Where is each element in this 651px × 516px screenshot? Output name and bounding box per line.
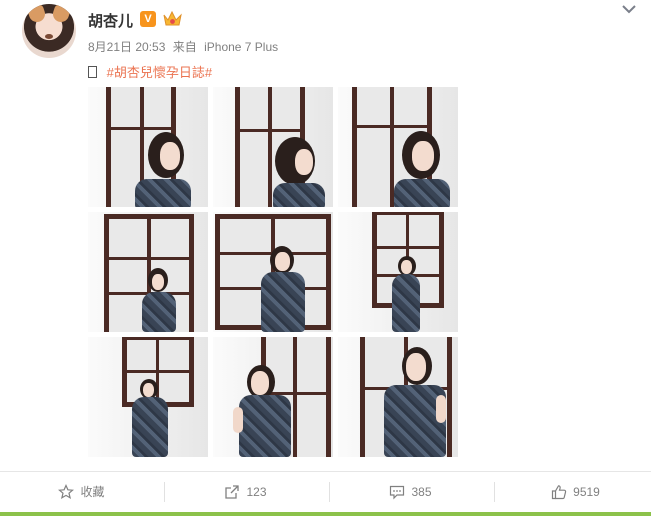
username[interactable]: 胡杏儿 [88, 10, 133, 31]
repost-count: 123 [246, 485, 267, 499]
avatar-ear-left [26, 4, 48, 25]
comment-icon [390, 485, 405, 500]
favorite-label: 收藏 [80, 485, 105, 499]
repost-button[interactable]: 123 [164, 472, 327, 512]
like-button[interactable]: 9519 [494, 472, 651, 512]
verified-icon[interactable]: V [140, 11, 156, 27]
photo-thumbnail[interactable] [338, 212, 458, 332]
comment-button[interactable]: 385 [329, 472, 492, 512]
thumbs-up-icon [552, 485, 567, 500]
photo-thumbnail[interactable] [88, 212, 208, 332]
photo-thumbnail[interactable] [338, 87, 458, 207]
star-icon [58, 484, 75, 500]
repost-icon [225, 485, 240, 499]
photo-thumbnail[interactable] [338, 337, 458, 457]
post-source[interactable]: iPhone 7 Plus [204, 40, 278, 54]
weibo-post-card: 胡杏儿 V 8月21日 20:53 来自 iPhone 7 Plus #胡杏兒懷… [0, 0, 651, 516]
photo-thumbnail[interactable] [213, 337, 333, 457]
source-prefix: 来自 [172, 40, 197, 54]
like-count: 9519 [573, 485, 600, 499]
photo-thumbnail[interactable] [213, 212, 333, 332]
member-crown-icon[interactable] [162, 9, 183, 29]
bottom-accent-line [0, 512, 651, 516]
photo-thumbnail[interactable] [88, 337, 208, 457]
action-bar: 收藏 123 385 9519 [0, 471, 651, 512]
photo-thumbnail[interactable] [213, 87, 333, 207]
hashtag-link[interactable]: #胡杏兒懷孕日誌# [107, 65, 212, 80]
post-timestamp[interactable]: 8月21日 20:53 [88, 40, 165, 54]
avatar-ear-right [50, 4, 72, 25]
photo-thumbnail[interactable] [88, 87, 208, 207]
post-meta: 8月21日 20:53 来自 iPhone 7 Plus [88, 38, 282, 55]
chevron-down-icon[interactable] [620, 2, 638, 16]
photo-grid [88, 87, 460, 459]
avatar[interactable] [22, 4, 76, 58]
comment-count: 385 [411, 485, 432, 499]
post-text: #胡杏兒懷孕日誌# [88, 62, 212, 81]
favorite-button[interactable]: 收藏 [0, 472, 163, 512]
avatar-nose [45, 34, 53, 39]
placeholder-glyph-icon [88, 66, 97, 78]
